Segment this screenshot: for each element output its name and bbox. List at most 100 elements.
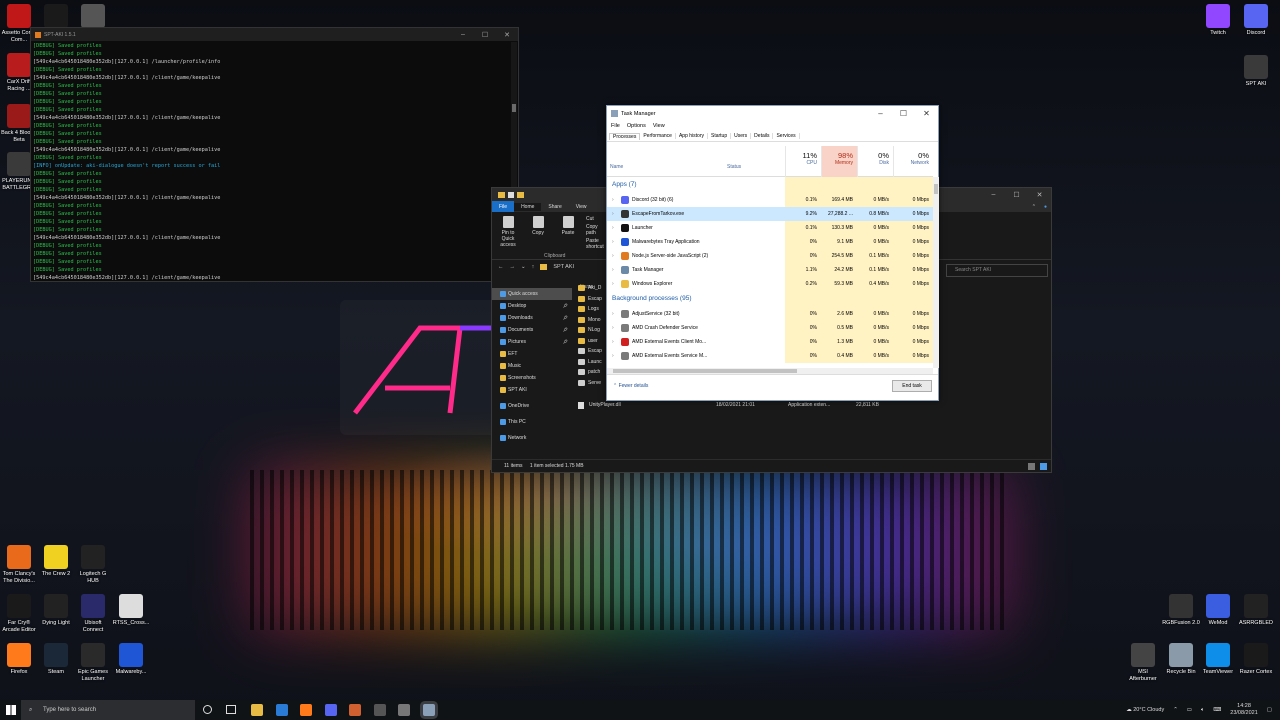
desktop-shortcut[interactable]: ASRRGBLED (1237, 594, 1275, 627)
desktop-shortcut[interactable]: Tom Clancy's The Divisio... (0, 545, 38, 584)
file-row[interactable]: Escap (576, 346, 602, 357)
nav-item[interactable]: Pictures 📌︎ (492, 336, 572, 348)
cortana-icon[interactable] (203, 705, 212, 714)
mail-icon[interactable] (275, 704, 288, 716)
end-task-button[interactable]: End task (892, 380, 932, 392)
tiles-view-icon[interactable] (1040, 463, 1047, 470)
expand-icon[interactable]: › (612, 349, 614, 363)
process-row[interactable]: › AMD External Events Client Mo... 0% 1.3 M… (607, 335, 933, 349)
process-row[interactable]: › Task Manager 1.1% 24.2 MB 0.1 MB/s 0 Mbps (607, 263, 933, 277)
desktop-shortcut[interactable]: Malwareby... (112, 643, 150, 676)
desktop-shortcut[interactable]: Ubisoft Connect (74, 594, 112, 633)
desktop-shortcut[interactable]: WeMod (1199, 594, 1237, 627)
process-row[interactable]: › AMD Crash Defender Service 0% 0.5 MB 0 MB/… (607, 321, 933, 335)
maximize-button[interactable]: ☐ (1005, 191, 1028, 199)
discord-icon[interactable] (324, 704, 337, 716)
up-icon[interactable]: ↑ (532, 264, 535, 270)
task-manager-titlebar[interactable]: Task Manager – ☐ ✕ (607, 106, 938, 121)
game-icon[interactable] (349, 704, 361, 716)
nav-item[interactable]: Downloads 📌︎ (492, 312, 572, 324)
tab-users[interactable]: Users (731, 133, 752, 139)
nav-item[interactable]: Music (492, 360, 572, 372)
tab-app-history[interactable]: App history (676, 133, 708, 139)
notifications-icon[interactable]: ▢ (1267, 707, 1272, 713)
file-row[interactable]: Launc (576, 357, 602, 368)
file-row[interactable]: Mono (576, 315, 602, 326)
console-titlebar[interactable]: SPT-AKI 1.5.1 – ☐ ✕ (31, 28, 518, 41)
tab-home[interactable]: Home (514, 202, 542, 211)
windows-start-icon[interactable] (6, 705, 16, 715)
close-button[interactable]: ✕ (496, 31, 518, 39)
close-button[interactable]: ✕ (915, 109, 938, 118)
fewer-details-button[interactable]: ⌃ Fewer details (613, 383, 648, 389)
file-row[interactable]: UnityPlayer.dll 18/02/2021 21:01 Applica… (578, 402, 898, 409)
column-disk[interactable]: 0% Disk (857, 146, 893, 177)
process-row[interactable]: › EscapeFromTarkov.exe 9.2% 27,288.2 ... 0.8… (607, 207, 933, 221)
paste-shortcut-button[interactable]: Paste shortcut (586, 238, 608, 250)
tab-share[interactable]: Share (541, 203, 568, 211)
process-row[interactable]: › Windows Explorer 0.2% 59.3 MB 0.4 MB/s 0 Mb… (607, 277, 933, 291)
help-icon[interactable]: ● (1040, 204, 1051, 210)
file-row[interactable]: Aki_D (576, 283, 602, 294)
expand-icon[interactable]: › (612, 307, 614, 321)
network-icon[interactable]: ▭ (1187, 707, 1192, 713)
details-view-icon[interactable] (1028, 463, 1035, 470)
task-manager-icon[interactable] (422, 704, 435, 716)
cut-button[interactable]: Cut (586, 216, 608, 222)
column-network[interactable]: 0% Network (893, 146, 933, 177)
file-row[interactable]: Logs (576, 304, 602, 315)
nav-item[interactable]: Desktop 📌︎ (492, 300, 572, 312)
desktop-shortcut[interactable]: TeamViewer (1199, 643, 1237, 676)
nav-item[interactable]: Documents 📌︎ (492, 324, 572, 336)
desktop-shortcut[interactable]: Twitch (1199, 4, 1237, 37)
tarkov-icon[interactable] (373, 704, 386, 716)
copy-path-button[interactable]: Copy path (586, 224, 608, 236)
copy-button[interactable]: Copy (526, 216, 550, 255)
menu-file[interactable]: File (611, 123, 620, 129)
nav-item[interactable]: Network (492, 432, 572, 444)
desktop-shortcut[interactable]: Discord (1237, 4, 1275, 37)
file-row[interactable]: Serve (576, 378, 602, 389)
back-icon[interactable]: ← (498, 264, 504, 270)
desktop-shortcut[interactable]: Steam (37, 643, 75, 676)
tab-startup[interactable]: Startup (708, 133, 732, 139)
process-row[interactable]: › Malwarebytes Tray Application 0% 9.1 MB 0 … (607, 235, 933, 249)
taskbar-search-input[interactable]: ⌕ Type here to search (21, 700, 195, 720)
paste-button[interactable]: Paste (556, 216, 580, 255)
clock[interactable]: 14:28 23/08/2021 (1230, 703, 1258, 717)
expand-icon[interactable]: › (612, 235, 614, 249)
expand-icon[interactable]: › (612, 193, 614, 207)
expand-icon[interactable]: › (612, 335, 614, 349)
expand-icon[interactable]: › (612, 277, 614, 291)
expand-icon[interactable]: › (612, 263, 614, 277)
desktop-shortcut[interactable]: MSI Afterburner (1124, 643, 1162, 682)
desktop-shortcut[interactable]: Recycle Bin (1162, 643, 1200, 676)
desktop-shortcut[interactable]: Dying Light (37, 594, 75, 627)
file-row[interactable]: NLog (576, 325, 602, 336)
expand-icon[interactable]: › (612, 249, 614, 263)
desktop-shortcut[interactable]: Logitech G HUB (74, 545, 112, 584)
file-row[interactable]: Escap (576, 294, 602, 305)
console-window[interactable]: SPT-AKI 1.5.1 – ☐ ✕ [DEBUG] Saved profil… (30, 27, 519, 282)
tab-performance[interactable]: Performance (640, 133, 676, 139)
column-status[interactable]: Status (727, 164, 741, 170)
desktop-shortcut[interactable]: RTSS_Cross... (112, 594, 150, 627)
minimize-button[interactable]: – (982, 191, 1005, 199)
search-input[interactable]: Search SPT AKI (946, 264, 1048, 277)
chevron-up-icon[interactable]: ⌃ (1173, 707, 1178, 713)
save-icon[interactable] (508, 191, 514, 198)
task-manager-window[interactable]: Task Manager – ☐ ✕ File Options View Pro… (606, 105, 939, 401)
expand-icon[interactable]: › (612, 321, 614, 335)
language-icon[interactable]: ⌨ (1213, 707, 1221, 713)
menu-options[interactable]: Options (627, 123, 646, 129)
nav-item[interactable]: EFT (492, 348, 572, 360)
pin-quick-access-button[interactable]: Pin to Quick access (496, 216, 520, 255)
task-view-icon[interactable] (226, 705, 236, 714)
expand-icon[interactable]: › (612, 221, 614, 235)
column-name[interactable]: Name (610, 164, 623, 170)
truck-icon[interactable] (398, 704, 410, 716)
volume-icon[interactable]: 🔈︎ (1201, 707, 1204, 714)
file-explorer-icon[interactable] (251, 704, 263, 716)
nav-item[interactable]: Screenshots (492, 372, 572, 384)
forward-icon[interactable]: → (510, 264, 516, 270)
